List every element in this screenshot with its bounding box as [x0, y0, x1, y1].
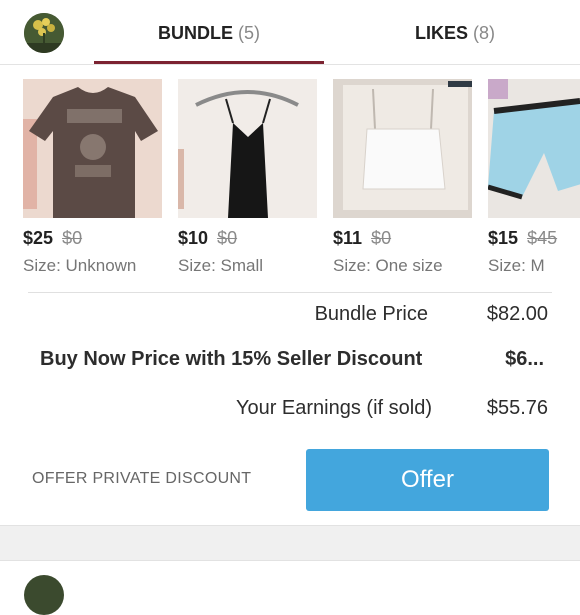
item-size: Size: Unknown: [23, 256, 137, 275]
item-price: $10: [178, 228, 209, 248]
buy-now-price-value: $6...: [505, 348, 544, 370]
tab-likes[interactable]: LIKES (8): [345, 0, 565, 64]
next-section-avatar[interactable]: [24, 575, 64, 615]
avatar-image: [24, 13, 64, 53]
bundle-price-label: Bundle Price: [314, 303, 428, 325]
item-price: $11: [333, 228, 363, 248]
item-thumbnail[interactable]: [488, 79, 580, 218]
summary-divider: [28, 292, 552, 293]
offer-private-discount-link[interactable]: OFFER PRIVATE DISCOUNT: [32, 470, 251, 488]
bundle-items-carousel[interactable]: $25 $0 Size: Unknown $10 $0 Size: Small: [0, 64, 580, 288]
section-separator: [0, 525, 580, 561]
crop-top-image: [333, 79, 472, 218]
item-price-row: $15 $45: [488, 228, 580, 249]
item-thumbnail[interactable]: [333, 79, 472, 218]
buy-now-price-label: Buy Now Price with 15% Seller Discount: [40, 348, 423, 370]
item-price-row: $25 $0: [23, 228, 162, 249]
item-size: Size: M: [488, 256, 545, 275]
item-original-price: $0: [217, 228, 238, 248]
item-size: Size: One size: [333, 256, 443, 275]
tab-bundle[interactable]: BUNDLE (5): [94, 0, 324, 64]
item-original-price: $0: [371, 228, 392, 248]
bundle-price-value: $82.00: [486, 303, 548, 325]
shorts-image: [488, 79, 580, 218]
list-item[interactable]: $11 $0 Size: One size: [333, 79, 472, 276]
list-item[interactable]: $15 $45 Size: M: [488, 79, 580, 276]
tab-bundle-count: (5): [238, 23, 260, 43]
offer-button[interactable]: Offer: [306, 449, 549, 511]
item-original-price: $0: [62, 228, 83, 248]
item-price: $25: [23, 228, 54, 248]
tshirt-image: [23, 79, 162, 218]
seller-avatar[interactable]: [24, 13, 64, 53]
earnings-label: Your Earnings (if sold): [235, 397, 432, 419]
item-price: $15: [488, 228, 519, 248]
tab-likes-count: (8): [473, 23, 496, 43]
item-thumbnail[interactable]: [23, 79, 162, 218]
tab-likes-label: LIKES: [414, 23, 468, 43]
item-price-row: $10 $0: [178, 228, 317, 249]
list-item[interactable]: $25 $0 Size: Unknown: [23, 79, 162, 276]
earnings-value: $55.76: [486, 397, 548, 419]
item-price-row: $11 $0: [333, 228, 472, 249]
bundle-header: BUNDLE (5) LIKES (8): [0, 0, 580, 65]
camisole-image: [178, 79, 317, 218]
item-original-price: $45: [527, 228, 558, 248]
tab-bundle-label: BUNDLE: [157, 23, 233, 43]
item-thumbnail[interactable]: [178, 79, 317, 218]
item-size: Size: Small: [178, 256, 264, 275]
list-item[interactable]: $10 $0 Size: Small: [178, 79, 317, 276]
